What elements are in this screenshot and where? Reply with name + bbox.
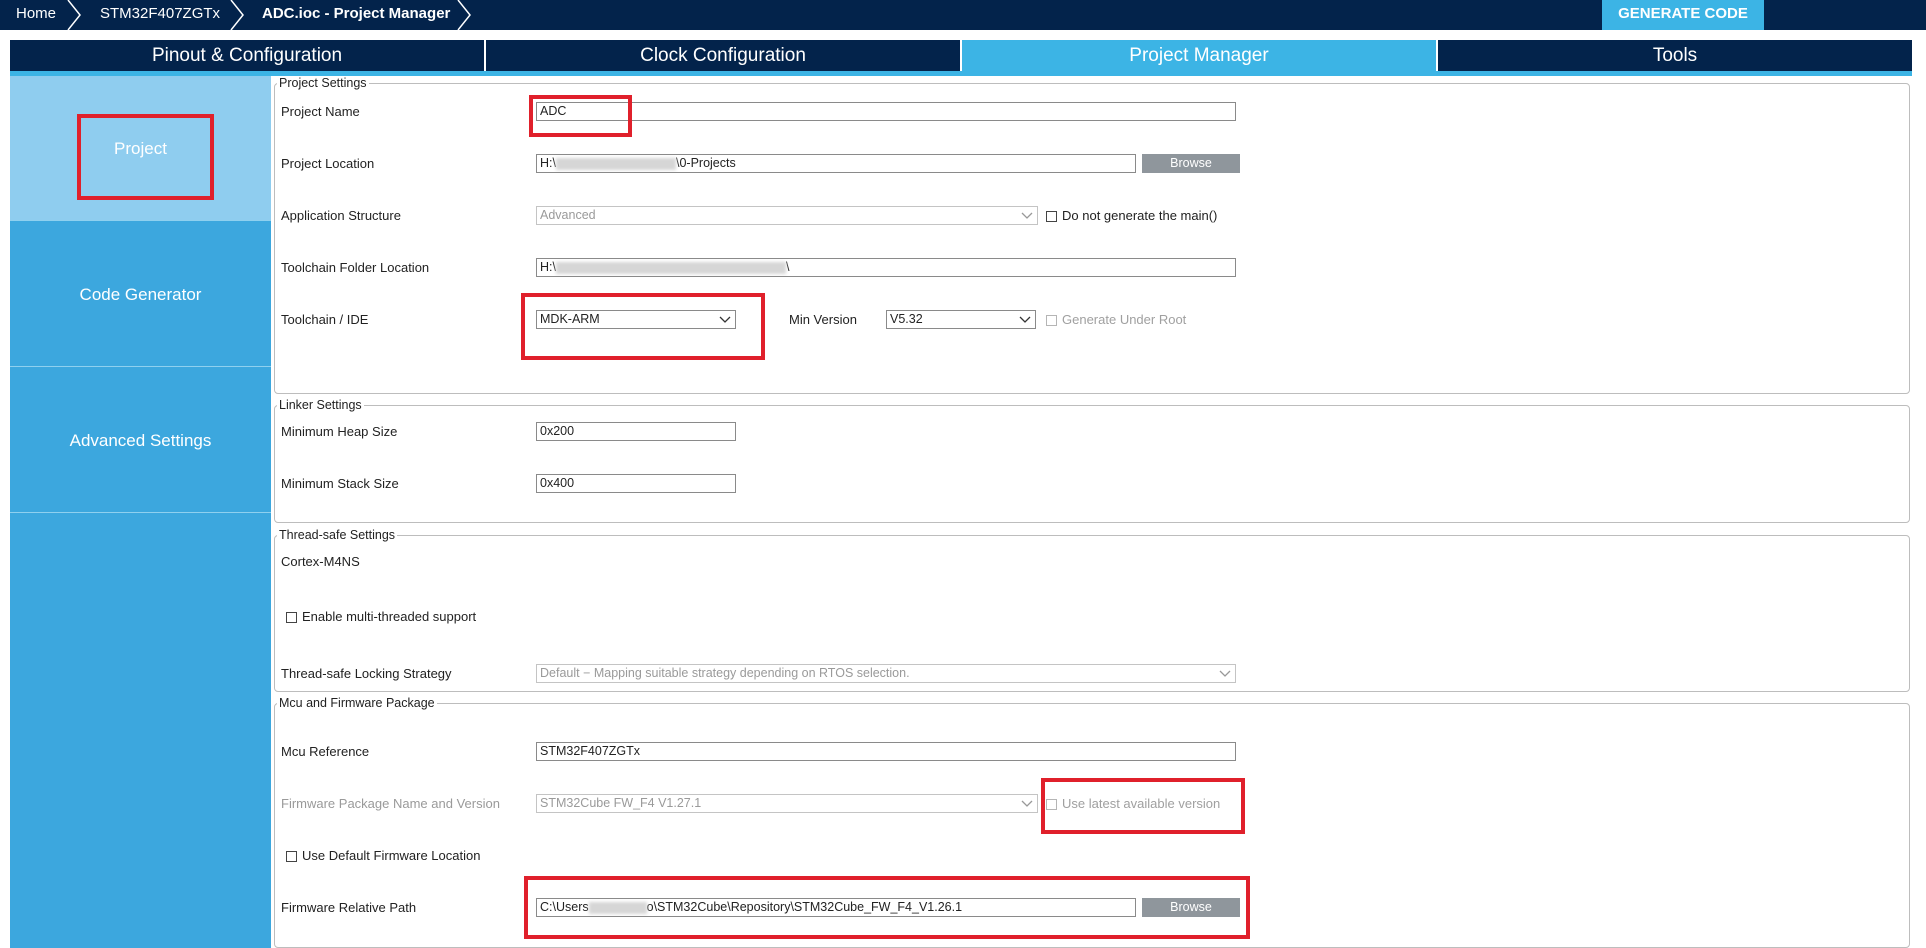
mcu-reference-label: Mcu Reference bbox=[281, 744, 370, 759]
locking-strategy-label: Thread-safe Locking Strategy bbox=[281, 666, 452, 681]
project-settings-group: Project Settings bbox=[274, 76, 1910, 394]
sidebar-item-code-generator[interactable]: Code Generator bbox=[10, 222, 271, 367]
tab-clock-configuration[interactable]: Clock Configuration bbox=[486, 40, 960, 71]
group-title: Mcu and Firmware Package bbox=[279, 696, 435, 710]
main-tabs: Pinout & Configuration Clock Configurati… bbox=[10, 40, 1912, 71]
tab-pinout-configuration[interactable]: Pinout & Configuration bbox=[10, 40, 484, 71]
project-name-input[interactable]: ADC bbox=[536, 102, 1236, 121]
mcu-reference-input[interactable]: STM32F407ZGTx bbox=[536, 742, 1236, 761]
do-not-generate-main-checkbox[interactable]: Do not generate the main() bbox=[1046, 208, 1217, 223]
chevron-down-icon bbox=[1019, 316, 1031, 323]
group-title: Thread-safe Settings bbox=[279, 528, 396, 542]
app-structure-select[interactable]: Advanced bbox=[536, 206, 1038, 225]
toolchain-ide-select[interactable]: MDK-ARM bbox=[536, 310, 736, 329]
stack-size-label: Minimum Stack Size bbox=[281, 476, 399, 491]
checkbox-label: Enable multi-threaded support bbox=[302, 609, 477, 624]
breadcrumb-current: ADC.ioc - Project Manager bbox=[262, 5, 451, 22]
firmware-package-select[interactable]: STM32Cube FW_F4 V1.27.1 bbox=[536, 794, 1038, 813]
checkbox-icon bbox=[1046, 315, 1057, 326]
stack-size-input[interactable]: 0x400 bbox=[536, 474, 736, 493]
checkbox-icon bbox=[1046, 211, 1057, 222]
project-settings-panel: Project Settings Project Name ADC Projec… bbox=[274, 76, 1914, 948]
checkbox-label: Do not generate the main() bbox=[1062, 208, 1218, 223]
checkbox-icon bbox=[1046, 799, 1057, 810]
firmware-package-label: Firmware Package Name and Version bbox=[281, 796, 500, 811]
toolchain-folder-label: Toolchain Folder Location bbox=[281, 260, 430, 275]
path-prefix: C:\Users bbox=[540, 900, 589, 914]
chevron-down-icon bbox=[1219, 670, 1231, 677]
locking-strategy-value: Default − Mapping suitable strategy depe… bbox=[540, 666, 910, 680]
use-latest-version-checkbox[interactable]: Use latest available version bbox=[1046, 796, 1220, 811]
chevron-right-icon bbox=[67, 0, 81, 30]
sidebar-item-label: Code Generator bbox=[79, 285, 202, 304]
breadcrumb-bar: Home STM32F407ZGTx ADC.ioc - Project Man… bbox=[0, 0, 1926, 30]
checkbox-icon bbox=[286, 851, 297, 862]
toolchain-ide-label: Toolchain / IDE bbox=[281, 312, 369, 327]
generate-under-root-checkbox[interactable]: Generate Under Root bbox=[1046, 312, 1186, 327]
heap-size-label: Minimum Heap Size bbox=[281, 424, 398, 439]
checkbox-label: Use Default Firmware Location bbox=[302, 848, 481, 863]
tab-project-manager[interactable]: Project Manager bbox=[962, 40, 1436, 71]
generate-code-button[interactable]: GENERATE CODE bbox=[1602, 0, 1764, 30]
project-location-input[interactable]: H:\ \0-Projects bbox=[536, 154, 1136, 173]
min-version-value: V5.32 bbox=[890, 312, 923, 326]
chevron-down-icon bbox=[719, 316, 731, 323]
left-sidebar: Project Code Generator Advanced Settings bbox=[10, 76, 271, 948]
redacted-text bbox=[555, 157, 676, 170]
checkbox-label: Generate Under Root bbox=[1062, 312, 1187, 327]
heap-size-input[interactable]: 0x200 bbox=[536, 422, 736, 441]
use-default-firmware-location-checkbox[interactable]: Use Default Firmware Location bbox=[286, 848, 480, 863]
group-title: Linker Settings bbox=[279, 398, 362, 412]
sidebar-item-label: Advanced Settings bbox=[69, 431, 212, 450]
path-suffix: o\STM32Cube\Repository\STM32Cube_FW_F4_V… bbox=[646, 900, 963, 914]
firmware-path-label: Firmware Relative Path bbox=[281, 900, 417, 915]
toolchain-ide-value: MDK-ARM bbox=[540, 312, 600, 326]
app-structure-label: Application Structure bbox=[281, 208, 401, 223]
sidebar-item-advanced-settings[interactable]: Advanced Settings bbox=[10, 368, 271, 513]
toolchain-folder-input[interactable]: H:\ \ bbox=[536, 258, 1236, 277]
locking-strategy-select[interactable]: Default − Mapping suitable strategy depe… bbox=[536, 664, 1236, 683]
project-name-label: Project Name bbox=[281, 104, 360, 119]
checkbox-icon bbox=[286, 612, 297, 623]
app-structure-value: Advanced bbox=[540, 208, 596, 222]
browse-location-button[interactable]: Browse bbox=[1142, 154, 1240, 173]
sidebar-item-label: Project bbox=[114, 139, 167, 158]
firmware-path-input[interactable]: C:\Users o\STM32Cube\Repository\STM32Cube… bbox=[536, 898, 1136, 917]
firmware-package-value: STM32Cube FW_F4 V1.27.1 bbox=[540, 796, 702, 810]
min-version-select[interactable]: V5.32 bbox=[886, 310, 1036, 329]
project-location-label: Project Location bbox=[281, 156, 375, 171]
tab-tools[interactable]: Tools bbox=[1438, 40, 1912, 71]
path-suffix: \ bbox=[785, 260, 790, 274]
path-suffix: \0-Projects bbox=[675, 156, 736, 170]
chevron-down-icon bbox=[1021, 212, 1033, 219]
enable-multithread-checkbox[interactable]: Enable multi-threaded support bbox=[286, 609, 476, 624]
breadcrumb-device[interactable]: STM32F407ZGTx bbox=[100, 0, 220, 30]
chevron-right-icon bbox=[230, 0, 244, 30]
checkbox-label: Use latest available version bbox=[1062, 796, 1221, 811]
breadcrumb-home[interactable]: Home bbox=[16, 0, 56, 30]
chevron-down-icon bbox=[1021, 800, 1033, 807]
path-prefix: H:\ bbox=[540, 260, 556, 274]
core-label: Cortex-M4NS bbox=[281, 554, 360, 569]
path-prefix: H:\ bbox=[540, 156, 556, 170]
linker-settings-group: Linker Settings bbox=[274, 398, 1910, 523]
chevron-right-icon bbox=[457, 0, 471, 30]
browse-firmware-button[interactable]: Browse bbox=[1142, 898, 1240, 917]
min-version-label: Min Version bbox=[789, 312, 857, 327]
redacted-text bbox=[555, 261, 786, 274]
redacted-text bbox=[588, 901, 647, 914]
group-title: Project Settings bbox=[279, 76, 367, 90]
sidebar-item-project[interactable]: Project bbox=[10, 76, 271, 221]
